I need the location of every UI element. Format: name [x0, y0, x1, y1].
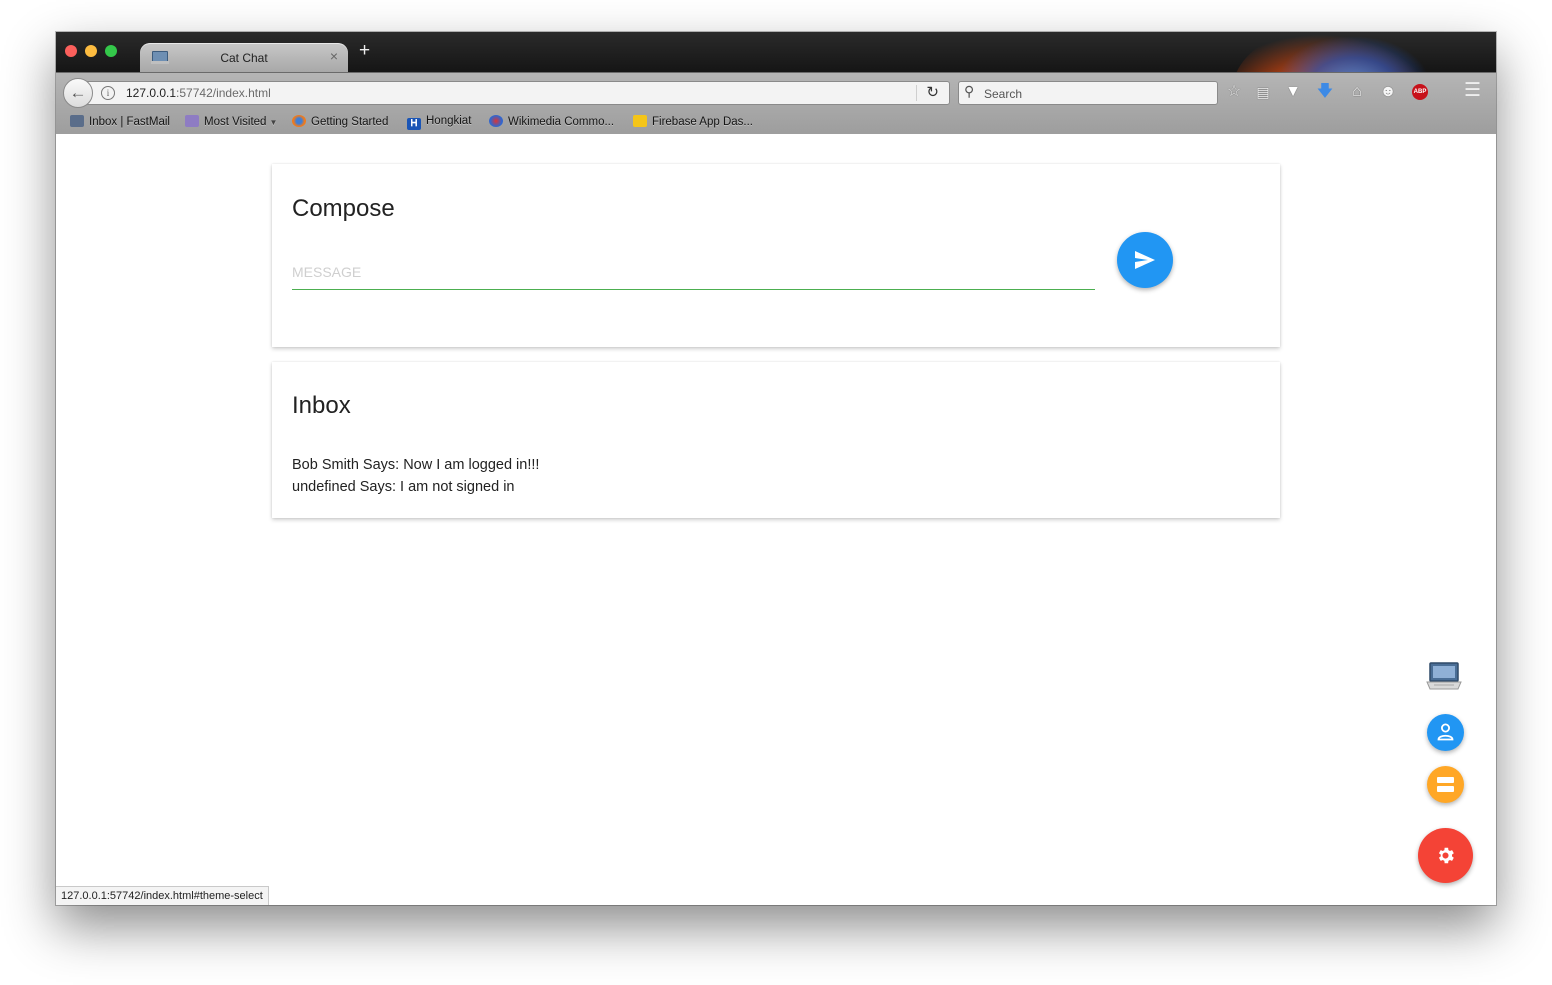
url-separator [916, 85, 917, 101]
most-visited-icon [185, 115, 199, 127]
send-icon [1135, 251, 1155, 269]
user-icon [1437, 723, 1454, 741]
download-icon[interactable]: 🡇 [1315, 83, 1335, 101]
status-bar-link: 127.0.0.1:57742/index.html#theme-select [56, 886, 269, 905]
smiley-feedback-icon[interactable]: ☻ [1378, 83, 1398, 101]
address-bar[interactable]: i 127.0.0.1:57742/index.html ↻ [86, 81, 950, 105]
reload-icon[interactable]: ↻ [926, 83, 939, 101]
bookmark-label: Getting Started [311, 116, 389, 128]
dropdown-caret-icon: ▼ [269, 118, 278, 127]
browser-window: Cat Chat × + ← i 127.0.0.1:57742/index.h… [56, 32, 1496, 905]
bookmark-label: Most Visited [204, 116, 267, 128]
wikimedia-icon [489, 115, 503, 127]
message-item: undefined Says: I am not signed in [292, 479, 515, 495]
send-button[interactable] [1117, 232, 1173, 288]
info-icon[interactable]: i [101, 86, 115, 100]
inbox-card: Inbox Bob Smith Says: Now I am logged in… [272, 362, 1280, 518]
bookmark-getting-started[interactable]: Getting Started [292, 115, 388, 128]
window-maximize-button[interactable] [105, 45, 117, 57]
hongkiat-icon: H [407, 118, 421, 130]
message-input[interactable] [292, 255, 1095, 290]
new-tab-button[interactable]: + [359, 41, 370, 60]
settings-button[interactable] [1418, 828, 1473, 883]
url-host: 127.0.0.1 [126, 86, 177, 100]
tab-close-icon[interactable]: × [330, 48, 338, 64]
bookmark-label: Inbox | FastMail [89, 116, 170, 128]
bookmark-label: Hongkiat [426, 115, 472, 127]
firefox-icon [292, 115, 306, 127]
search-placeholder: Search [984, 87, 1023, 101]
firebase-icon [633, 115, 647, 127]
bookmark-firebase[interactable]: Firebase App Das... [633, 115, 753, 128]
tab-strip: Cat Chat × + [56, 32, 1496, 162]
user-profile-button[interactable] [1427, 714, 1464, 751]
laptop-favicon-icon [151, 51, 169, 64]
window-close-button[interactable] [65, 45, 77, 57]
laptop-icon[interactable] [1426, 661, 1462, 691]
mail-icon [70, 115, 84, 127]
gear-icon [1438, 847, 1454, 864]
message-item: Bob Smith Says: Now I am logged in!!! [292, 457, 540, 473]
bookmark-inbox-fastmail[interactable]: Inbox | FastMail [70, 115, 170, 128]
reading-list-icon[interactable]: ▤ [1253, 83, 1273, 101]
tab-title: Cat Chat [220, 51, 268, 65]
bookmark-hongkiat[interactable]: H Hongkiat [407, 115, 471, 130]
back-arrow-icon: ← [69, 83, 87, 102]
compose-title: Compose [292, 195, 395, 222]
home-icon[interactable]: ⌂ [1347, 83, 1367, 101]
inbox-title: Inbox [292, 392, 351, 419]
bookmark-most-visited[interactable]: Most Visited ▼ [185, 115, 277, 128]
bookmark-label: Firebase App Das... [652, 116, 753, 128]
bookmarks-toolbar: Inbox | FastMail Most Visited ▼ Getting S… [56, 111, 1256, 135]
message-list: Bob Smith Says: Now I am logged in!!! un… [292, 454, 539, 498]
window-minimize-button[interactable] [85, 45, 97, 57]
page-content: Compose Inbox Bob Smith Says: Now I am l… [56, 134, 1496, 905]
tab-cat-chat[interactable]: Cat Chat × [140, 43, 348, 72]
url-path: :57742/index.html [176, 86, 271, 100]
url-text: 127.0.0.1:57742/index.html [126, 86, 271, 100]
list-view-button[interactable] [1427, 766, 1464, 803]
hamburger-menu-icon[interactable]: ☰ [1464, 81, 1481, 100]
back-button[interactable]: ← [63, 78, 93, 108]
bookmark-wikimedia[interactable]: Wikimedia Commo... [489, 115, 614, 128]
compose-card: Compose [272, 164, 1280, 347]
bookmark-label: Wikimedia Commo... [508, 116, 615, 128]
navigation-toolbar: ← i 127.0.0.1:57742/index.html ↻ ⚲ Searc… [56, 72, 1496, 135]
pocket-icon[interactable]: ▼ [1283, 83, 1303, 101]
search-icon: ⚲ [964, 83, 975, 99]
adblock-plus-icon[interactable]: ABP [1412, 84, 1428, 100]
bookmark-star-icon[interactable]: ☆ [1224, 83, 1244, 101]
search-bar[interactable]: ⚲ Search [958, 81, 1218, 105]
view-stream-icon [1437, 777, 1454, 792]
